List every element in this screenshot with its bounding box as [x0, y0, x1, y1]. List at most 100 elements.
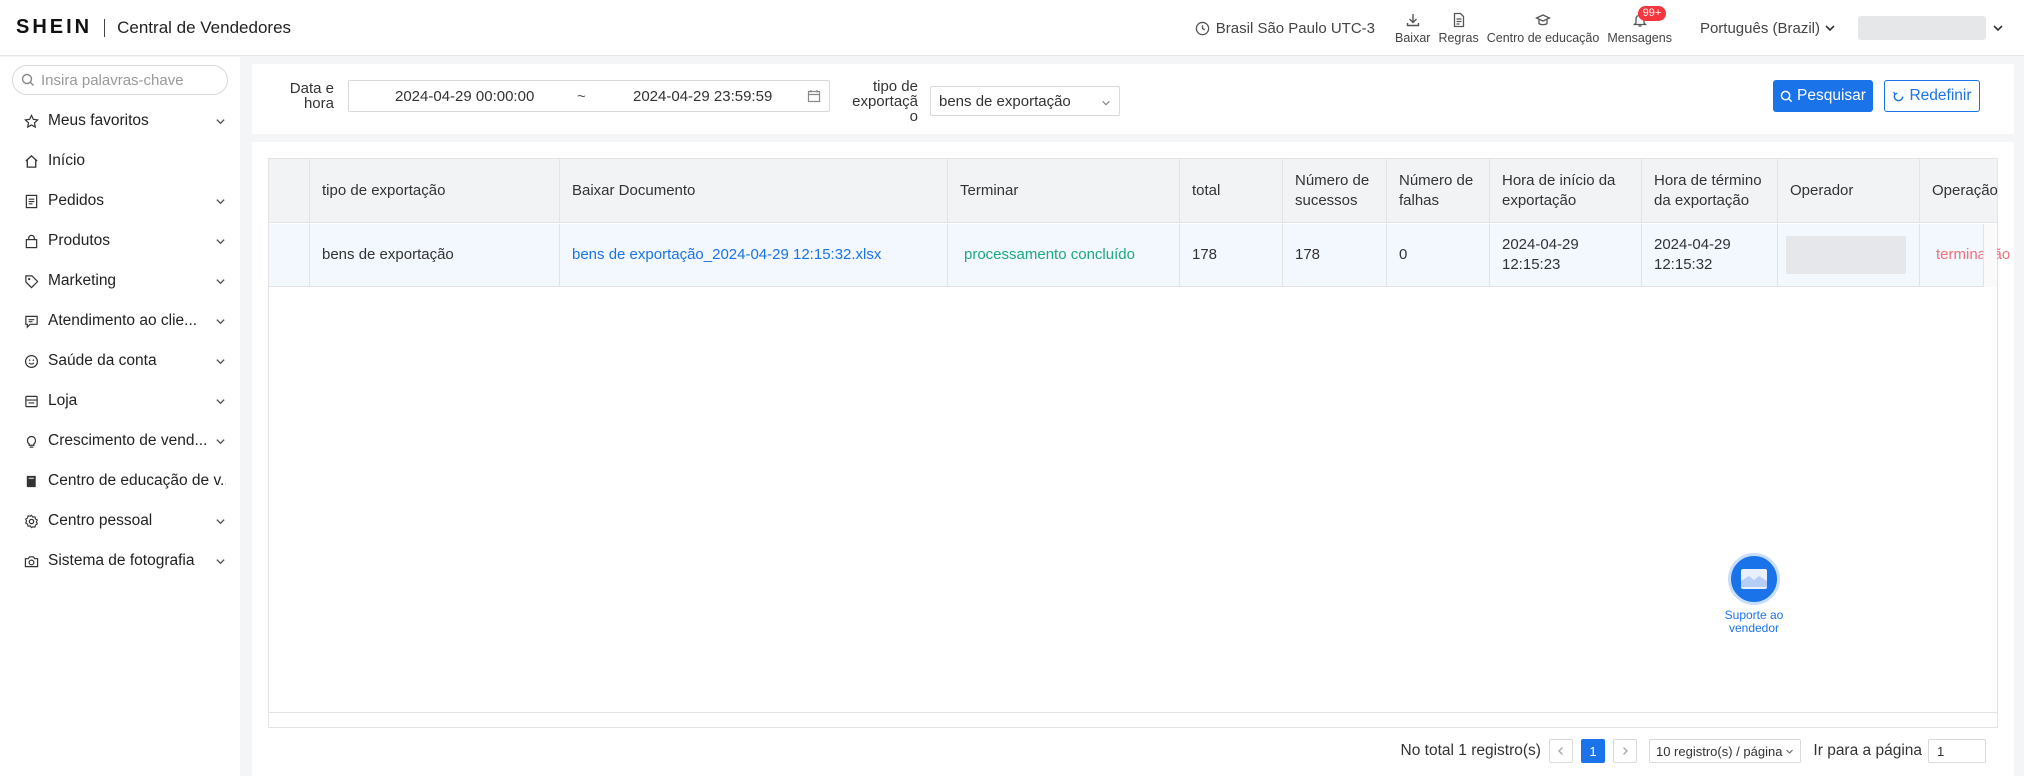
- export-type-label-line3: o: [909, 108, 918, 125]
- user-account[interactable]: [1858, 16, 1986, 40]
- date-start-value[interactable]: 2024-04-29 00:00:00: [395, 88, 534, 105]
- export-type-select[interactable]: bens de exportação: [930, 86, 1120, 116]
- home-icon: [22, 154, 40, 169]
- page-button-current[interactable]: 1: [1580, 739, 1605, 763]
- sidebar-item-label: Loja: [48, 392, 78, 409]
- search-icon: [1780, 90, 1793, 102]
- date-end-value[interactable]: 2024-04-29 23:59:59: [633, 88, 772, 105]
- table-header-cell: Número de falhas: [1387, 159, 1490, 222]
- sidebar-item-label: Saúde da conta: [48, 352, 157, 369]
- export-table: tipo de exportação Baixar Documento Term…: [268, 158, 2010, 728]
- table-header: tipo de exportação Baixar Documento Term…: [269, 159, 1998, 223]
- prev-page-button[interactable]: [1548, 739, 1573, 763]
- language-selector[interactable]: Português (Brazil): [1700, 20, 1836, 37]
- table-cell-select: [269, 224, 310, 286]
- sidebar-item-label: Centro pessoal: [48, 512, 153, 529]
- table-horizontal-scrollbar[interactable]: [269, 712, 1997, 713]
- chevron-right-icon: [1622, 747, 1628, 755]
- sidebar-item-personal-center[interactable]: Centro pessoal: [0, 501, 240, 541]
- messages-badge: 99+: [1637, 5, 1667, 21]
- star-icon: [22, 113, 40, 129]
- header-tools: Brasil São Paulo UTC-3 Baixar Regras Cen…: [1195, 0, 2004, 56]
- page-size-value: 10 registro(s) / página: [1655, 743, 1783, 759]
- brand[interactable]: SHEIN Central de Vendedores: [16, 16, 291, 39]
- language-label: Português (Brazil): [1699, 19, 1820, 37]
- brand-divider: [104, 18, 106, 37]
- export-type-label-line2: exportaçã: [852, 93, 918, 110]
- sidebar-search[interactable]: Insira palavras-chave: [12, 65, 228, 95]
- table-vertical-scrollbar[interactable]: [1983, 224, 1997, 287]
- table-cell-status: processamento concluído: [948, 224, 1180, 286]
- sidebar-item-store[interactable]: Loja: [0, 381, 240, 421]
- chevron-down-icon: [216, 118, 225, 124]
- top-header: SHEIN Central de Vendedores Brasil São P…: [0, 0, 2024, 56]
- sidebar-item-label: Atendimento ao clie...: [48, 312, 198, 329]
- calendar-icon: [807, 90, 821, 103]
- support-circle[interactable]: [1728, 553, 1780, 605]
- table-cell-failures: 0: [1387, 224, 1490, 286]
- page-size-select[interactable]: 10 registro(s) / página: [1648, 739, 1802, 763]
- camera-icon: [22, 554, 40, 569]
- sidebar-search-placeholder: Insira palavras-chave: [41, 71, 184, 89]
- messages-label: Mensagens: [1607, 30, 1672, 45]
- user-menu-chevron-icon[interactable]: [1992, 22, 2004, 34]
- goto-page-input[interactable]: [1928, 739, 1986, 763]
- table-header-cell: Baixar Documento: [560, 159, 948, 222]
- date-range-picker[interactable]: 2024-04-29 00:00:00 ~ 2024-04-29 23:59:5…: [348, 80, 830, 112]
- sidebar-item-sales-growth[interactable]: Crescimento de vend...: [0, 421, 240, 461]
- export-type-label: tipo de exportaçã o: [848, 79, 918, 124]
- chevron-down-icon: [216, 438, 225, 444]
- sidebar-item-customer-service[interactable]: Atendimento ao clie...: [0, 301, 240, 341]
- sidebar-item-photography[interactable]: Sistema de fotografia: [0, 541, 240, 581]
- download-label: Baixar: [1395, 30, 1431, 45]
- table-header-cell: Número de sucessos: [1283, 159, 1387, 222]
- sidebar-item-favorites[interactable]: Meus favoritos: [0, 101, 240, 141]
- sidebar-item-products[interactable]: Produtos: [0, 221, 240, 261]
- brand-logo[interactable]: SHEIN: [16, 16, 92, 39]
- chevron-down-icon: [216, 198, 225, 204]
- table-cell-start-time: 2024-04-29 12:15:23: [1490, 224, 1642, 286]
- sidebar-item-label: Meus favoritos: [48, 112, 149, 129]
- messages-button[interactable]: 99+ Mensagens: [1607, 5, 1672, 45]
- download-button[interactable]: Baixar: [1395, 12, 1430, 45]
- download-icon: [1406, 13, 1419, 26]
- terminate-action-text[interactable]: terminação: [1936, 245, 2010, 265]
- seller-support-button[interactable]: Suporte ao vendedor: [1724, 553, 1784, 635]
- chevron-down-icon: [216, 318, 225, 324]
- date-label: Data e hora: [288, 81, 334, 111]
- reset-button[interactable]: Redefinir: [1884, 80, 1980, 112]
- search-icon: [21, 73, 34, 86]
- table-header-cell-select: [269, 159, 310, 222]
- education-center-button[interactable]: Centro de educação: [1487, 12, 1599, 45]
- document-icon: [1453, 12, 1464, 27]
- table-header-cell: Operação: [1932, 181, 1998, 199]
- rules-button[interactable]: Regras: [1438, 12, 1479, 45]
- search-button[interactable]: Pesquisar: [1773, 80, 1873, 112]
- download-document-link[interactable]: bens de exportação_2024-04-29 12:15:32.x…: [560, 224, 948, 286]
- table-cell-type: bens de exportação: [310, 224, 560, 286]
- search-button-label: Pesquisar: [1797, 87, 1866, 104]
- sidebar-item-marketing[interactable]: Marketing: [0, 261, 240, 301]
- sidebar-item-seller-education[interactable]: Centro de educação de v...: [0, 461, 240, 501]
- sidebar-item-label: Sistema de fotografia: [48, 552, 195, 569]
- table-header-cell: tipo de exportação: [310, 159, 560, 222]
- date-separator: ~: [577, 87, 586, 105]
- timezone-selector[interactable]: Brasil São Paulo UTC-3: [1195, 20, 1375, 37]
- sidebar-item-home[interactable]: Início: [0, 141, 240, 181]
- bulb-icon: [22, 434, 40, 449]
- sidebar-item-account-health[interactable]: Saúde da conta: [0, 341, 240, 381]
- book-icon: [22, 474, 40, 489]
- sidebar-item-label: Marketing: [48, 272, 117, 289]
- filter-panel: Data e hora 2024-04-29 00:00:00 ~ 2024-0…: [252, 64, 2014, 134]
- chevron-down-icon: [1825, 25, 1835, 32]
- table-cell-total: 178: [1180, 224, 1283, 286]
- next-page-button[interactable]: [1612, 739, 1637, 763]
- sidebar: Insira palavras-chave Meus favoritos Iní…: [0, 57, 240, 776]
- chat-icon: [22, 314, 40, 329]
- sidebar-item-orders[interactable]: Pedidos: [0, 181, 240, 221]
- operator-redacted: [1786, 236, 1906, 274]
- download-document-link-text[interactable]: bens de exportação_2024-04-29 12:15:32.x…: [572, 245, 881, 265]
- tag-icon: [22, 274, 40, 289]
- table-header-cell: Hora de início da exportação: [1490, 159, 1642, 222]
- sidebar-item-label: Crescimento de vend...: [48, 432, 208, 449]
